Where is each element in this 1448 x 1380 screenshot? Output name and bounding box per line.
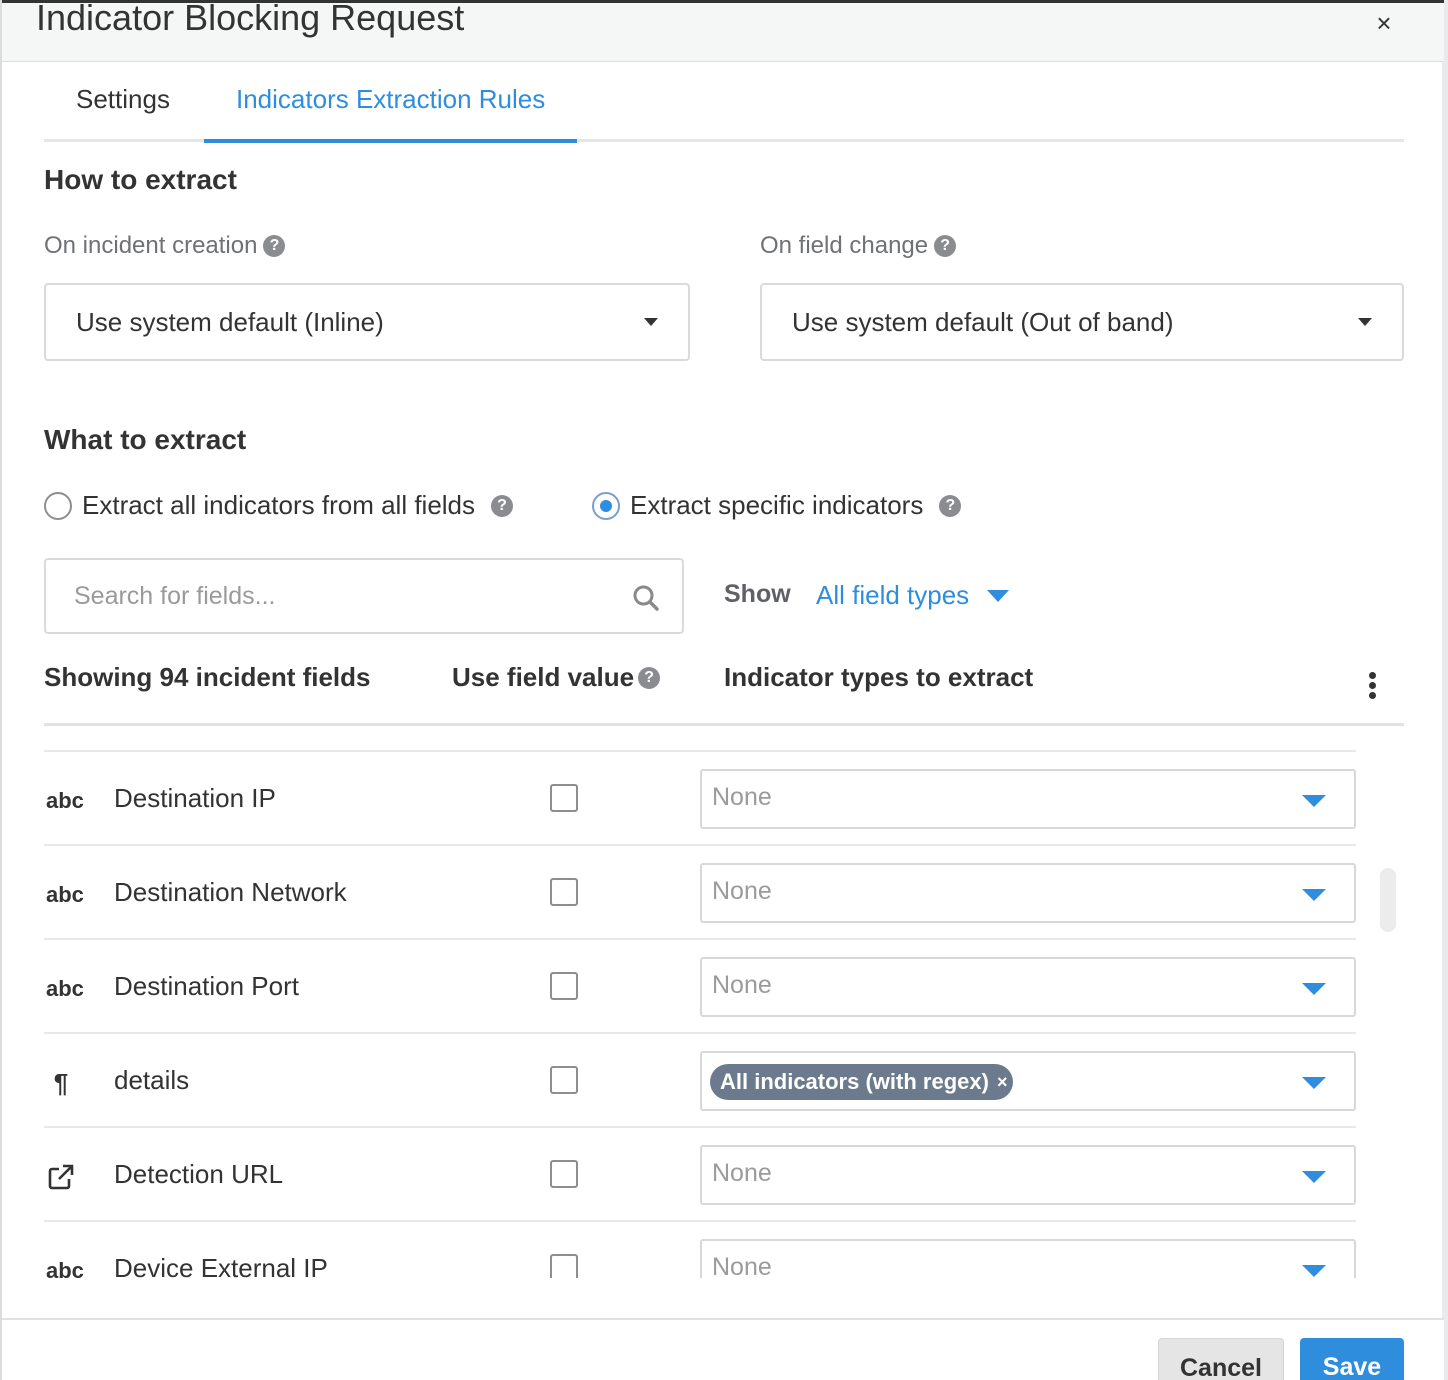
caret-down-icon: [1358, 318, 1372, 326]
indicator-types-select[interactable]: None: [700, 1145, 1356, 1205]
extract-specific-radio[interactable]: [592, 491, 620, 520]
on-field-change-label: On field change ?: [760, 232, 957, 260]
help-icon[interactable]: ?: [638, 666, 661, 689]
indicator-types-value: None: [712, 1253, 772, 1278]
field-name: Destination Network: [114, 877, 347, 907]
cancel-button[interactable]: Cancel: [1158, 1338, 1284, 1380]
dialog-title: Indicator Blocking Request: [36, 0, 465, 38]
table-row: abc Destination Network None: [44, 846, 1356, 940]
what-to-extract-heading: What to extract: [44, 424, 247, 455]
table-row: ¶ details All indicators (with regex) ×: [44, 1034, 1356, 1128]
use-field-value-text: Use field value: [452, 662, 635, 692]
search-input[interactable]: [74, 578, 634, 614]
dialog-footer: Cancel Save: [2, 1318, 1444, 1380]
text-field-icon: abc: [46, 788, 84, 813]
tab-bar: Settings Indicators Extraction Rules: [44, 62, 1404, 143]
text-field-icon: abc: [46, 1258, 84, 1278]
save-button[interactable]: Save: [1300, 1338, 1404, 1380]
indicator-chip-label: All indicators (with regex): [720, 1069, 989, 1094]
how-to-extract-heading: How to extract: [44, 164, 237, 195]
field-name: details: [114, 1065, 190, 1095]
field-name: Destination Port: [114, 971, 299, 1001]
url-field-icon: [46, 1162, 76, 1192]
extract-specific-label: Extract specific indicators: [630, 490, 924, 520]
extract-all-option[interactable]: Extract all indicators from all fields ?: [44, 490, 514, 521]
caret-down-icon: [644, 318, 658, 326]
help-icon[interactable]: ?: [934, 235, 957, 257]
incident-fields-list: abc Destination IP None abc Destination …: [44, 750, 1356, 1278]
text-field-icon: abc: [46, 976, 84, 1001]
table-row: abc Destination IP None: [44, 752, 1356, 846]
search-icon[interactable]: [632, 584, 660, 612]
backdrop: [1442, 0, 1448, 1380]
fields-count-header: Showing 94 incident fields: [44, 662, 371, 692]
on-incident-creation-label: On incident creation ?: [44, 232, 286, 260]
dialog-header: Indicator Blocking Request ×: [2, 0, 1444, 62]
on-incident-creation-text: On incident creation: [44, 232, 258, 259]
scrollbar-thumb[interactable]: [1380, 868, 1396, 932]
field-name: Device External IP: [114, 1253, 328, 1278]
indicator-types-value: None: [712, 971, 772, 999]
on-field-change-value: Use system default (Out of band): [792, 307, 1174, 337]
table-row: abc Device External IP None: [44, 1222, 1356, 1278]
help-icon[interactable]: ?: [491, 494, 514, 517]
use-field-value-checkbox[interactable]: [550, 1160, 578, 1188]
indicator-types-value: None: [712, 877, 772, 905]
tab-settings[interactable]: Settings: [44, 84, 202, 142]
field-name: Destination IP: [114, 783, 276, 813]
help-icon[interactable]: ?: [939, 494, 962, 517]
text-field-icon: abc: [46, 882, 84, 907]
field-name: Detection URL: [114, 1159, 284, 1189]
use-field-value-checkbox[interactable]: [550, 972, 578, 1000]
indicator-types-header: Indicator types to extract: [724, 662, 1034, 692]
table-row: abc Destination Port None: [44, 940, 1356, 1034]
use-field-value-header: Use field value ?: [452, 662, 661, 693]
extract-all-radio[interactable]: [44, 491, 72, 520]
on-field-change-text: On field change: [760, 232, 929, 259]
use-field-value-checkbox[interactable]: [550, 1254, 578, 1278]
on-incident-creation-select[interactable]: Use system default (Inline): [44, 283, 690, 361]
indicator-types-select[interactable]: None: [700, 769, 1356, 829]
paragraph-icon: ¶: [53, 1068, 69, 1098]
extraction-rules-dialog: Indicator Blocking Request × Settings In…: [0, 0, 1444, 1380]
external-link-icon: [48, 1164, 74, 1190]
on-incident-creation-value: Use system default (Inline): [76, 307, 384, 337]
caret-down-icon: [1302, 1171, 1326, 1183]
caret-down-icon: [987, 589, 1010, 602]
on-field-change-select[interactable]: Use system default (Out of band): [760, 283, 1404, 361]
indicator-types-value: None: [712, 1159, 772, 1187]
caret-down-icon: [1302, 1077, 1326, 1089]
field-type-filter-value: All field types: [816, 580, 970, 610]
indicator-types-select[interactable]: None: [700, 1239, 1356, 1278]
help-icon[interactable]: ?: [263, 235, 286, 257]
more-options-icon[interactable]: [1364, 672, 1380, 704]
table-row: Detection URL None: [44, 1128, 1356, 1222]
close-icon[interactable]: ×: [1370, 9, 1398, 37]
caret-down-icon: [1302, 795, 1326, 807]
caret-down-icon: [1302, 889, 1326, 901]
use-field-value-checkbox[interactable]: [550, 878, 578, 906]
extract-specific-option[interactable]: Extract specific indicators ?: [592, 490, 962, 521]
show-label: Show: [724, 580, 791, 608]
remove-chip-icon[interactable]: ×: [997, 1064, 1008, 1100]
extract-all-label: Extract all indicators from all fields: [82, 490, 476, 520]
use-field-value-checkbox[interactable]: [550, 784, 578, 812]
caret-down-icon: [1302, 1265, 1326, 1277]
indicator-types-select[interactable]: None: [700, 863, 1356, 923]
indicator-types-select[interactable]: All indicators (with regex) ×: [700, 1051, 1356, 1111]
indicator-types-select[interactable]: None: [700, 957, 1356, 1017]
field-search-box: [44, 558, 684, 634]
tab-indicators-extraction-rules[interactable]: Indicators Extraction Rules: [204, 84, 578, 143]
indicator-chip: All indicators (with regex) ×: [710, 1064, 1014, 1100]
indicator-types-value: None: [712, 783, 772, 811]
use-field-value-checkbox[interactable]: [550, 1066, 578, 1094]
divider: [44, 723, 1404, 726]
caret-down-icon: [1302, 983, 1326, 995]
field-type-filter[interactable]: All field types: [816, 580, 1010, 611]
